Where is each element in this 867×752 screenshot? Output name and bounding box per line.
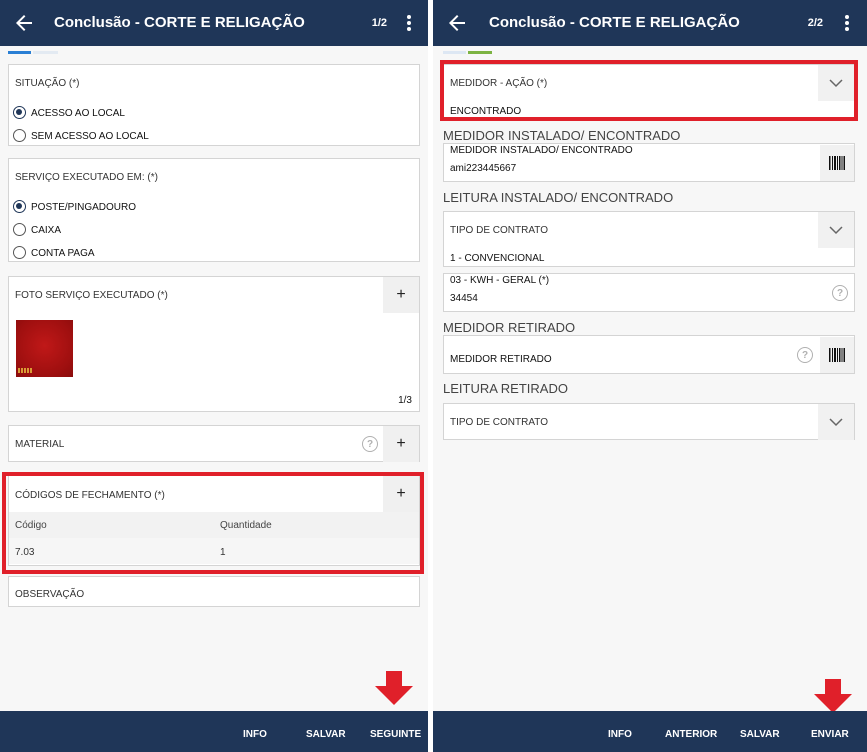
- anterior-button[interactable]: ANTERIOR: [665, 729, 717, 740]
- salvar-button[interactable]: SALVAR: [306, 729, 346, 740]
- page-title: Conclusão - CORTE E RELIGAÇÃO: [54, 14, 305, 31]
- radio-acesso-ao-local[interactable]: [13, 106, 26, 119]
- more-vert-icon[interactable]: [399, 13, 419, 33]
- tipo-contrato-select-2[interactable]: TIPO DE CONTRATO: [443, 403, 855, 440]
- down-arrow-annotation-icon: [375, 671, 413, 705]
- material-label: MATERIAL: [15, 439, 65, 450]
- tipo-contrato-select-1[interactable]: TIPO DE CONTRATO 1 - CONVENCIONAL: [443, 211, 855, 267]
- radio-sem-acesso-ao-local[interactable]: [13, 129, 26, 142]
- back-arrow-icon[interactable]: [12, 11, 36, 35]
- add-foto-button[interactable]: +: [383, 277, 419, 313]
- foto-counter: 1/3: [398, 395, 412, 406]
- medidor-retirado-field[interactable]: MEDIDOR RETIRADO ?: [443, 335, 855, 374]
- option-conta-paga[interactable]: CONTA PAGA: [31, 248, 95, 259]
- medidor-retirado-section-title: MEDIDOR RETIRADO: [443, 320, 576, 335]
- servico-card: SERVIÇO EXECUTADO EM: (*) POSTE/PINGADOU…: [8, 158, 420, 262]
- info-button[interactable]: INFO: [243, 729, 267, 740]
- tab-indicator-active: [468, 51, 492, 54]
- kwh-field[interactable]: 03 - KWH - GERAL (*) 34454 ?: [443, 273, 855, 312]
- tab-indicator-inactive: [443, 51, 466, 54]
- kwh-help-icon[interactable]: ?: [832, 285, 848, 301]
- chevron-down-icon[interactable]: [818, 404, 854, 440]
- tipo-contrato-value-1: 1 - CONVENCIONAL: [450, 253, 545, 264]
- medidor-retirado-help-icon[interactable]: ?: [797, 347, 813, 363]
- info-button[interactable]: INFO: [608, 729, 632, 740]
- seguinte-button[interactable]: SEGUINTE: [370, 729, 421, 740]
- highlight-medidor-acao: [440, 60, 858, 121]
- tab-indicator-active: [8, 51, 31, 54]
- material-card: MATERIAL ? +: [8, 425, 420, 462]
- kwh-label: 03 - KWH - GERAL (*): [450, 275, 550, 286]
- medidor-instalado-label: MEDIDOR INSTALADO/ ENCONTRADO: [450, 145, 633, 156]
- medidor-instalado-field[interactable]: MEDIDOR INSTALADO/ ENCONTRADO ami2234456…: [443, 143, 855, 182]
- down-arrow-annotation-icon: [814, 679, 852, 713]
- option-caixa[interactable]: CAIXA: [31, 225, 61, 236]
- foto-card: FOTO SERVIÇO EXECUTADO (*) + 1/3: [8, 276, 420, 412]
- tipo-contrato-label-2: TIPO DE CONTRATO: [450, 417, 548, 428]
- option-acesso-ao-local[interactable]: ACESSO AO LOCAL: [31, 108, 125, 119]
- screen-page-1: Conclusão - CORTE E RELIGAÇÃO 1/2 SITUAÇ…: [0, 0, 428, 752]
- leitura-retirado-section-title: LEITURA RETIRADO: [443, 381, 568, 396]
- radio-conta-paga[interactable]: [13, 246, 26, 259]
- tipo-contrato-label-1: TIPO DE CONTRATO: [450, 225, 548, 236]
- tab-indicator-inactive: [33, 51, 58, 54]
- enviar-button[interactable]: ENVIAR: [811, 729, 849, 740]
- medidor-retirado-placeholder: MEDIDOR RETIRADO: [450, 354, 552, 365]
- observacao-field[interactable]: OBSERVAÇÃO: [8, 576, 420, 607]
- highlight-codigos: [2, 472, 424, 574]
- material-help-icon[interactable]: ?: [362, 436, 378, 452]
- back-arrow-icon[interactable]: [445, 11, 469, 35]
- medidor-instalado-section-title: MEDIDOR INSTALADO/ ENCONTRADO: [443, 128, 681, 143]
- option-poste-pingadouro[interactable]: POSTE/PINGADOURO: [31, 202, 136, 213]
- page-indicator: 1/2: [371, 17, 387, 29]
- situacao-card: SITUAÇÃO (*) ACESSO AO LOCAL SEM ACESSO …: [8, 64, 420, 146]
- page-indicator: 2/2: [807, 17, 823, 29]
- leitura-instalado-section-title: LEITURA INSTALADO/ ENCONTRADO: [443, 190, 674, 205]
- chevron-down-icon[interactable]: [818, 212, 854, 248]
- servico-label: SERVIÇO EXECUTADO EM: (*): [15, 172, 158, 183]
- radio-caixa[interactable]: [13, 223, 26, 236]
- option-sem-acesso-ao-local[interactable]: SEM ACESSO AO LOCAL: [31, 131, 149, 142]
- app-bar: Conclusão - CORTE E RELIGAÇÃO 2/2: [433, 0, 867, 46]
- bottom-bar: INFO SALVAR SEGUINTE: [0, 711, 428, 752]
- observacao-label: OBSERVAÇÃO: [15, 589, 85, 600]
- page-title: Conclusão - CORTE E RELIGAÇÃO: [489, 14, 740, 31]
- medidor-instalado-value: ami223445667: [450, 163, 517, 174]
- add-material-button[interactable]: +: [383, 426, 419, 462]
- bottom-bar: INFO ANTERIOR SALVAR ENVIAR: [433, 711, 867, 752]
- foto-thumbnail[interactable]: [16, 320, 73, 377]
- screen-page-2: Conclusão - CORTE E RELIGAÇÃO 2/2 MEDIDO…: [433, 0, 867, 752]
- more-vert-icon[interactable]: [837, 13, 857, 33]
- app-bar: Conclusão - CORTE E RELIGAÇÃO 1/2: [0, 0, 428, 46]
- salvar-button[interactable]: SALVAR: [740, 729, 780, 740]
- barcode-scan-icon[interactable]: [820, 337, 854, 373]
- kwh-value: 34454: [450, 293, 478, 304]
- barcode-scan-icon[interactable]: [820, 145, 854, 181]
- radio-poste-pingadouro[interactable]: [13, 200, 26, 213]
- situacao-label: SITUAÇÃO (*): [15, 78, 80, 89]
- foto-label: FOTO SERVIÇO EXECUTADO (*): [15, 290, 168, 301]
